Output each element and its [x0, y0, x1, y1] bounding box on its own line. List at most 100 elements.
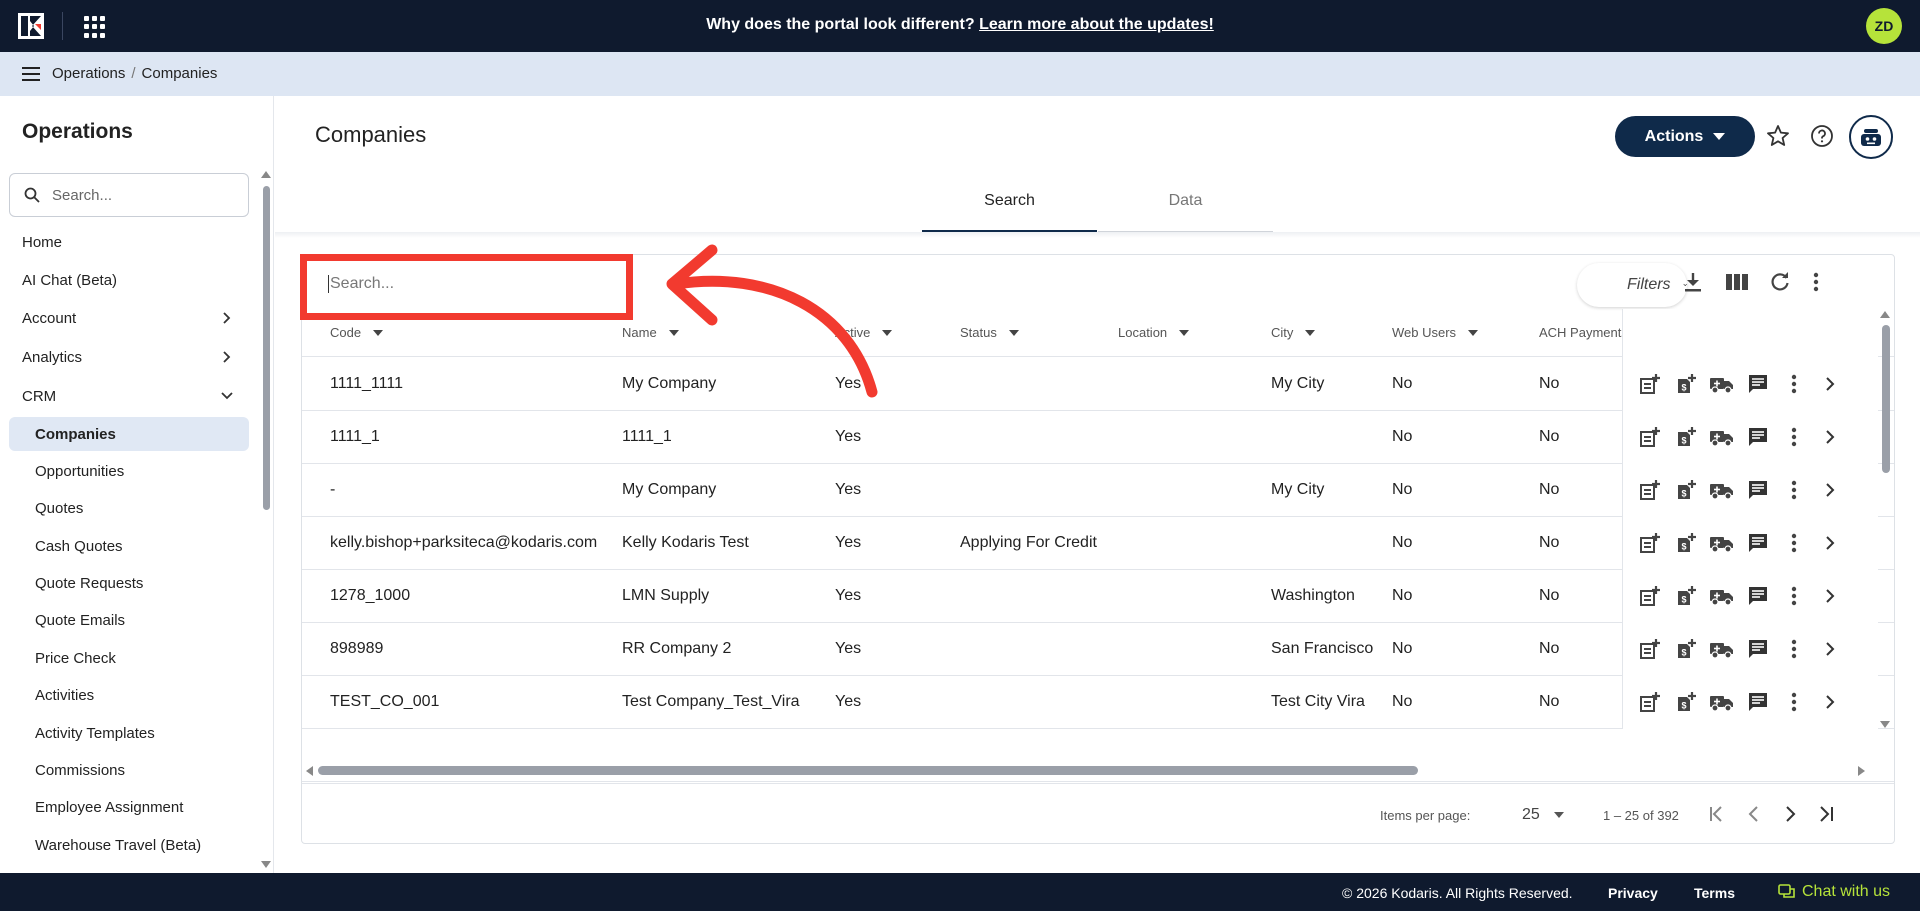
refresh-icon[interactable]: [1769, 271, 1791, 293]
chevron-right-icon[interactable]: [1812, 694, 1848, 710]
comment-icon[interactable]: [1740, 373, 1776, 395]
truck-icon[interactable]: [1704, 585, 1740, 607]
add-invoice-icon[interactable]: $: [1668, 426, 1704, 448]
sidebar-item-home[interactable]: Home: [22, 234, 62, 251]
column-header-status[interactable]: Status: [960, 325, 1019, 340]
scroll-down-arrow[interactable]: [261, 861, 271, 868]
add-invoice-icon[interactable]: $: [1668, 532, 1704, 554]
add-invoice-icon[interactable]: $: [1668, 638, 1704, 660]
sidebar-item-quote-requests[interactable]: Quote Requests: [35, 575, 143, 592]
columns-icon[interactable]: [1725, 271, 1749, 293]
sidebar-item-account[interactable]: Account: [22, 310, 76, 327]
scroll-right-arrow[interactable]: [1858, 766, 1865, 776]
column-header-code[interactable]: Code: [330, 325, 384, 340]
chevron-right-icon[interactable]: [220, 311, 234, 325]
more-vert-icon[interactable]: [1776, 373, 1812, 395]
sidebar-item-activities[interactable]: Activities: [35, 687, 94, 704]
ai-assistant-robot-icon[interactable]: [1849, 115, 1893, 159]
sidebar-item-warehouse-travel[interactable]: Warehouse Travel (Beta): [35, 837, 201, 854]
tab-data[interactable]: Data: [1098, 192, 1273, 232]
chevron-right-icon[interactable]: [1812, 429, 1848, 445]
avatar[interactable]: ZD: [1866, 8, 1902, 44]
add-note-icon[interactable]: [1632, 691, 1668, 713]
chevron-right-icon[interactable]: [1812, 376, 1848, 392]
chevron-right-icon[interactable]: [1812, 588, 1848, 604]
add-invoice-icon[interactable]: $: [1668, 585, 1704, 607]
footer-privacy-link[interactable]: Privacy: [1608, 885, 1658, 901]
comment-icon[interactable]: [1740, 585, 1776, 607]
truck-icon[interactable]: [1704, 373, 1740, 395]
filters-button[interactable]: Filters: [1577, 263, 1687, 307]
menu-icon[interactable]: [22, 67, 40, 81]
actions-button[interactable]: Actions: [1615, 116, 1755, 157]
announcement-link[interactable]: Learn more about the updates!: [979, 16, 1214, 33]
column-header-ach-payments[interactable]: ACH Payments: [1539, 325, 1628, 340]
sidebar-item-quote-emails[interactable]: Quote Emails: [35, 612, 125, 629]
truck-icon[interactable]: [1704, 479, 1740, 501]
scroll-left-arrow[interactable]: [306, 766, 313, 776]
first-page-icon[interactable]: [1707, 804, 1727, 824]
add-invoice-icon[interactable]: $: [1668, 479, 1704, 501]
page-size-select[interactable]: 25: [1522, 806, 1564, 824]
column-header-web-users[interactable]: Web Users: [1392, 325, 1479, 340]
tab-search[interactable]: Search: [922, 192, 1097, 232]
help-icon[interactable]: [1810, 124, 1834, 148]
sidebar-item-ai-chat[interactable]: AI Chat (Beta): [22, 272, 117, 289]
breadcrumb-operations[interactable]: Operations: [52, 65, 125, 82]
add-invoice-icon[interactable]: $: [1668, 691, 1704, 713]
chevron-right-icon[interactable]: [1812, 482, 1848, 498]
more-vert-icon[interactable]: [1776, 426, 1812, 448]
chevron-right-icon[interactable]: [1812, 535, 1848, 551]
comment-icon[interactable]: [1740, 479, 1776, 501]
truck-icon[interactable]: [1704, 638, 1740, 660]
scroll-down-arrow[interactable]: [1880, 721, 1890, 728]
sidebar-item-opportunities[interactable]: Opportunities: [35, 463, 124, 480]
previous-page-icon[interactable]: [1744, 804, 1764, 824]
more-vert-icon[interactable]: [1776, 585, 1812, 607]
table-vertical-scrollbar[interactable]: [1882, 325, 1890, 473]
add-invoice-icon[interactable]: $: [1668, 373, 1704, 395]
last-page-icon[interactable]: [1816, 804, 1836, 824]
chat-with-us-button[interactable]: Chat with us: [1778, 883, 1890, 901]
sidebar-item-crm[interactable]: CRM: [22, 388, 56, 405]
sidebar-search-input[interactable]: Search...: [9, 173, 249, 217]
truck-icon[interactable]: [1704, 426, 1740, 448]
comment-icon[interactable]: [1740, 426, 1776, 448]
add-note-icon[interactable]: [1632, 638, 1668, 660]
sidebar-item-employee-assignment[interactable]: Employee Assignment: [35, 799, 183, 816]
star-icon[interactable]: [1766, 124, 1790, 148]
sidebar-item-analytics[interactable]: Analytics: [22, 349, 82, 366]
add-note-icon[interactable]: [1632, 479, 1668, 501]
add-note-icon[interactable]: [1632, 373, 1668, 395]
chevron-right-icon[interactable]: [220, 350, 234, 364]
column-header-city[interactable]: City: [1271, 325, 1316, 340]
more-vert-icon[interactable]: [1776, 479, 1812, 501]
column-header-location[interactable]: Location: [1118, 325, 1190, 340]
comment-icon[interactable]: [1740, 691, 1776, 713]
table-horizontal-scrollbar[interactable]: [318, 766, 1418, 775]
add-note-icon[interactable]: [1632, 532, 1668, 554]
sidebar-scrollbar[interactable]: [263, 186, 270, 510]
truck-icon[interactable]: [1704, 691, 1740, 713]
add-note-icon[interactable]: [1632, 585, 1668, 607]
footer-terms-link[interactable]: Terms: [1694, 885, 1735, 901]
scroll-up-arrow[interactable]: [261, 171, 271, 178]
more-vert-icon[interactable]: [1776, 638, 1812, 660]
more-vert-icon[interactable]: [1812, 271, 1820, 293]
truck-icon[interactable]: [1704, 532, 1740, 554]
chevron-down-icon[interactable]: [220, 389, 234, 403]
more-vert-icon[interactable]: [1776, 691, 1812, 713]
next-page-icon[interactable]: [1780, 804, 1800, 824]
more-vert-icon[interactable]: [1776, 532, 1812, 554]
sidebar-item-activity-templates[interactable]: Activity Templates: [35, 725, 155, 742]
comment-icon[interactable]: [1740, 532, 1776, 554]
sidebar-item-quotes[interactable]: Quotes: [35, 500, 83, 517]
sidebar-item-price-check[interactable]: Price Check: [35, 650, 116, 667]
sidebar-item-companies[interactable]: Companies: [35, 426, 116, 443]
sidebar-item-cash-quotes[interactable]: Cash Quotes: [35, 538, 123, 555]
download-icon[interactable]: [1682, 271, 1704, 293]
comment-icon[interactable]: [1740, 638, 1776, 660]
sidebar-item-commissions[interactable]: Commissions: [35, 762, 125, 779]
scroll-up-arrow[interactable]: [1880, 311, 1890, 318]
chevron-right-icon[interactable]: [1812, 641, 1848, 657]
